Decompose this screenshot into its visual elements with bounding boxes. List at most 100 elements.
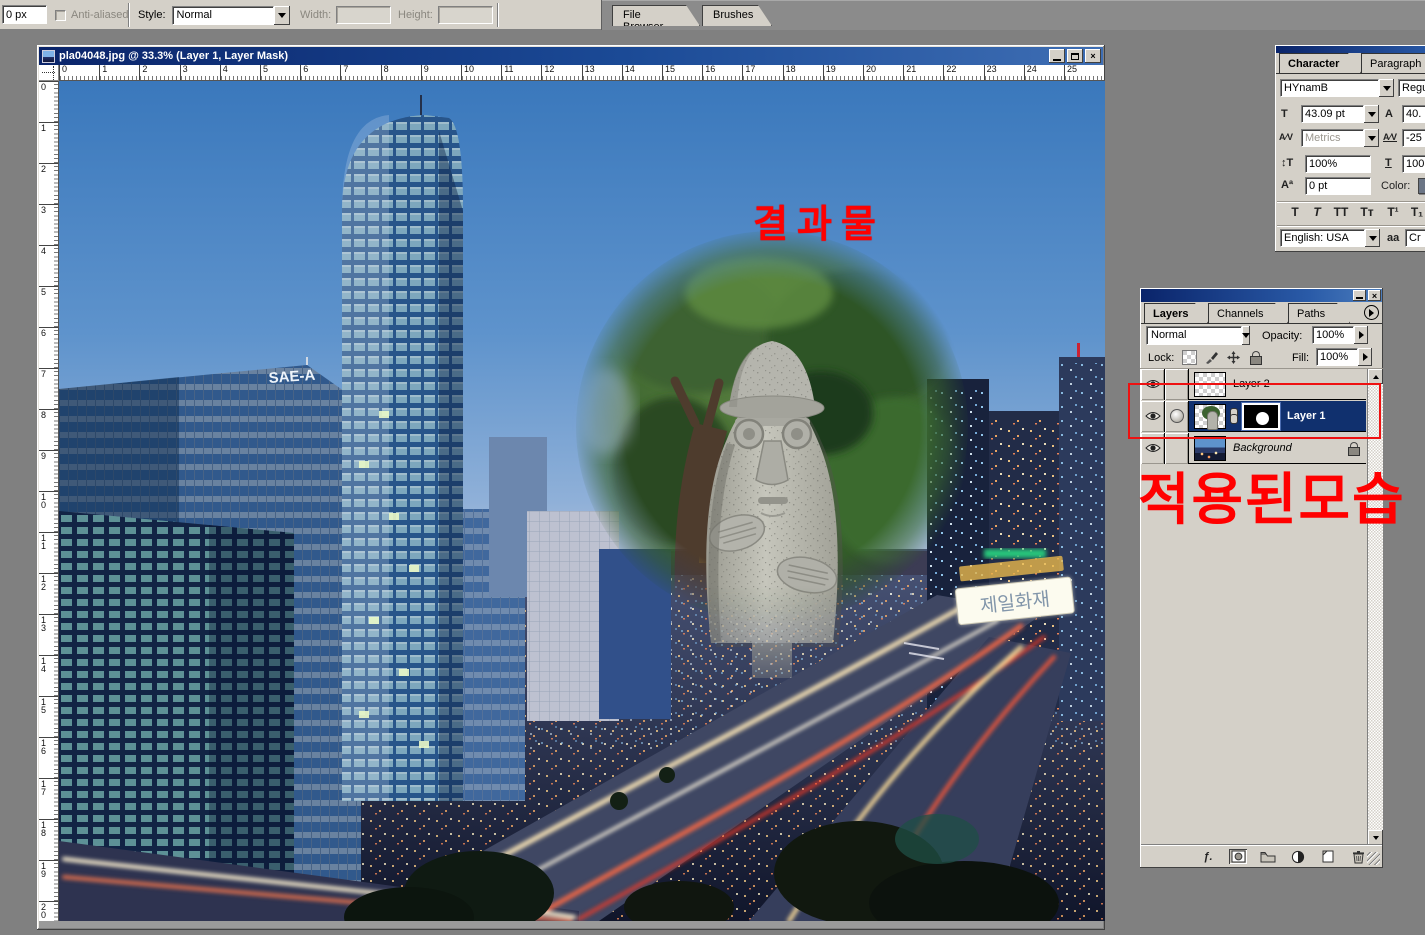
width-label: Width: xyxy=(300,9,331,21)
move-icon xyxy=(1226,350,1241,365)
new-layer-button[interactable] xyxy=(1319,849,1337,864)
layer-name[interactable]: Layer 1 xyxy=(1287,410,1326,422)
lock-label: Lock: xyxy=(1148,352,1174,364)
new-layer-set-button[interactable] xyxy=(1259,849,1277,864)
canvas[interactable]: SAE-A xyxy=(59,81,1105,921)
minimize-button[interactable] xyxy=(1049,49,1065,63)
style-dropdown[interactable]: Normal xyxy=(172,6,290,25)
ruler-vertical: 01234567891011121314151617181920 xyxy=(39,81,59,921)
mask-link-icon[interactable] xyxy=(1229,408,1238,424)
layer1-mask-thumbnail[interactable] xyxy=(1242,403,1280,430)
palette-resize-grip[interactable] xyxy=(1367,852,1380,865)
ruler-h-unit: 23 xyxy=(984,65,1024,80)
opacity-control[interactable]: 100% xyxy=(1312,326,1368,344)
anti-aliased-checkbox[interactable] xyxy=(55,10,66,21)
language-dropdown[interactable]: English: USA xyxy=(1280,229,1380,247)
text-color-swatch[interactable] xyxy=(1418,178,1425,194)
width-input[interactable] xyxy=(336,6,391,24)
palette-menu-button[interactable] xyxy=(1364,305,1379,320)
tab-brushes[interactable]: Brushes xyxy=(702,5,772,26)
subscript-button[interactable]: T₁ xyxy=(1407,205,1425,219)
mask-edit-indicator[interactable] xyxy=(1165,401,1189,432)
ruler-v-unit: 18 xyxy=(39,819,58,860)
leading-value[interactable]: 40. xyxy=(1402,105,1425,123)
folder-icon xyxy=(1260,851,1276,863)
new-adjustment-layer-button[interactable] xyxy=(1289,849,1307,864)
visibility-toggle[interactable] xyxy=(1141,369,1165,400)
maximize-button[interactable] xyxy=(1067,49,1083,63)
lock-position-button[interactable] xyxy=(1226,350,1241,365)
horizontal-scale-value[interactable]: 100 xyxy=(1402,155,1425,173)
faux-italic-button[interactable]: T xyxy=(1307,205,1327,219)
layer-style-button[interactable]: ƒ. xyxy=(1199,849,1217,864)
lock-transparency-button[interactable] xyxy=(1182,350,1197,365)
all-caps-button[interactable]: TT xyxy=(1331,205,1351,219)
scroll-down-button[interactable] xyxy=(1368,830,1383,845)
tab-file-browser[interactable]: File Browser xyxy=(612,5,700,26)
ruler-h-unit: 3 xyxy=(180,65,220,80)
superscript-button[interactable]: T¹ xyxy=(1383,205,1403,219)
language-dropdown-button[interactable] xyxy=(1365,229,1380,247)
ruler-origin-box[interactable] xyxy=(39,65,59,81)
feather-input[interactable] xyxy=(2,5,47,24)
layer-name[interactable]: Background xyxy=(1233,442,1292,454)
add-layer-mask-button[interactable] xyxy=(1229,849,1247,864)
opacity-slider-button[interactable] xyxy=(1354,326,1368,344)
layer-name[interactable]: Layer 2 xyxy=(1233,378,1270,390)
ruler-h-unit: 21 xyxy=(903,65,943,80)
font-size-dropdown[interactable]: 43.09 pt xyxy=(1301,105,1379,123)
tab-paths[interactable]: Paths xyxy=(1288,303,1350,323)
tracking-value[interactable]: -25 xyxy=(1402,129,1425,147)
anti-alias-value[interactable]: Cr xyxy=(1405,229,1425,247)
ruler-h-unit: 15 xyxy=(662,65,702,80)
visibility-toggle[interactable] xyxy=(1141,401,1165,432)
ruler-v-unit: 17 xyxy=(39,778,58,819)
language-value: English: USA xyxy=(1280,229,1365,247)
blend-mode-dropdown[interactable]: Normal xyxy=(1146,326,1250,345)
tab-character[interactable]: Character xyxy=(1279,53,1361,73)
font-family-dropdown-button[interactable] xyxy=(1379,79,1394,97)
height-input[interactable] xyxy=(438,6,493,24)
close-button[interactable]: × xyxy=(1085,49,1101,63)
tab-paragraph[interactable]: Paragraph xyxy=(1361,53,1425,73)
vertical-scale-icon: ↕T xyxy=(1281,157,1293,169)
character-palette-title-bar[interactable] xyxy=(1276,46,1425,53)
ruler-v-unit: 0 xyxy=(39,81,58,122)
style-dropdown-button[interactable] xyxy=(274,6,290,25)
tab-layers[interactable]: Layers xyxy=(1144,303,1208,323)
character-tab-row: Character Paragraph xyxy=(1276,53,1425,74)
style-dropdown-value: Normal xyxy=(172,6,274,25)
ruler-v-unit: 14 xyxy=(39,655,58,696)
font-family-dropdown[interactable]: HYnamB xyxy=(1280,79,1394,97)
baseline-shift-value[interactable]: 0 pt xyxy=(1305,177,1371,195)
palette-close-button[interactable]: × xyxy=(1368,290,1381,301)
tab-channels[interactable]: Channels xyxy=(1208,303,1288,323)
kerning-dropdown[interactable]: Metrics xyxy=(1301,129,1379,147)
layer2-thumbnail[interactable] xyxy=(1194,372,1226,397)
faux-bold-button[interactable]: T xyxy=(1285,205,1305,219)
document-title-bar[interactable]: pla04048.jpg @ 33.3% (Layer 1, Layer Mas… xyxy=(39,47,1103,65)
fill-control[interactable]: 100% xyxy=(1316,348,1372,366)
font-style-value[interactable]: Regu xyxy=(1398,79,1425,97)
lock-paint-button[interactable] xyxy=(1204,350,1219,365)
horizontal-scale-icon: T xyxy=(1385,157,1392,169)
delete-layer-button[interactable] xyxy=(1349,849,1367,864)
layers-palette-title-bar[interactable]: × xyxy=(1141,289,1382,302)
lock-all-button[interactable] xyxy=(1248,350,1263,365)
font-size-dropdown-button[interactable] xyxy=(1364,105,1379,123)
kerning-dropdown-button[interactable] xyxy=(1364,129,1379,147)
layer-row-layer1[interactable]: Layer 1 xyxy=(1141,401,1366,432)
scroll-up-button[interactable] xyxy=(1368,369,1383,384)
layer-list-scrollbar[interactable] xyxy=(1367,369,1383,845)
small-caps-button[interactable]: Tᴛ xyxy=(1357,205,1377,219)
background-lock-icon xyxy=(1348,442,1358,454)
fill-slider-button[interactable] xyxy=(1358,348,1372,366)
palette-minimize-button[interactable] xyxy=(1353,290,1366,301)
blend-mode-dropdown-button[interactable] xyxy=(1242,326,1250,345)
vertical-scale-value[interactable]: 100% xyxy=(1305,155,1371,173)
link-cell[interactable] xyxy=(1165,369,1189,400)
ruler-h-unit: 0 xyxy=(59,65,99,80)
layer1-thumbnail[interactable] xyxy=(1194,404,1226,429)
layer-row-layer2[interactable]: Layer 2 xyxy=(1141,369,1366,400)
leading-icon: A xyxy=(1385,108,1393,120)
